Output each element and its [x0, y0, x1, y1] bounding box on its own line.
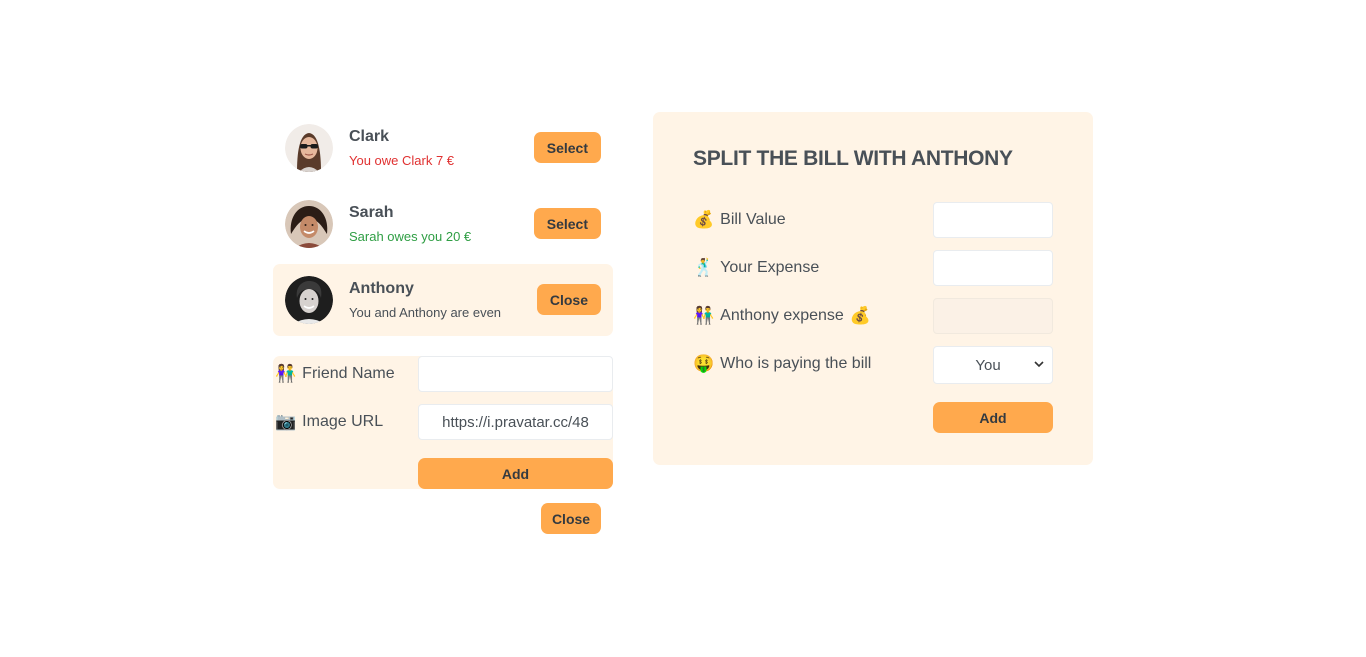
bill-value-label-text: Bill Value [720, 211, 786, 228]
avatar-sarah [285, 200, 333, 248]
friend-item-sarah: Sarah Sarah owes you 20 € Select [273, 188, 613, 260]
payer-row: 🤑 Who is paying the bill You [693, 346, 1053, 384]
avatar-anthony [285, 276, 333, 324]
image-url-row: 📷 Image URL [273, 404, 613, 440]
friend-name-input[interactable] [418, 356, 613, 392]
friend-name-row: 👫 Friend Name [273, 356, 613, 392]
select-clark-button[interactable]: Select [533, 132, 601, 163]
friends-list: Clark You owe Clark 7 € Select Sarah Sar… [273, 112, 613, 340]
your-expense-row: 🕺 Your Expense [693, 250, 1053, 286]
add-friend-form: 👫 Friend Name 📷 Image URL Add [273, 356, 613, 489]
payer-select-value: You [975, 356, 1001, 374]
image-url-label-text: Image URL [302, 413, 384, 430]
friend-balance: You owe Clark 7 € [349, 153, 455, 168]
friend-item-clark: Clark You owe Clark 7 € Select [273, 112, 613, 184]
payer-select[interactable]: You [933, 346, 1053, 384]
image-url-input[interactable] [418, 404, 613, 440]
friend-expense-label: 👫 Anthony expense 💰 [693, 306, 871, 326]
bill-value-label: 💰 Bill Value [693, 210, 786, 230]
friend-name: Anthony [349, 280, 414, 297]
avatar-clark [285, 124, 333, 172]
add-friend-button[interactable]: Add [418, 458, 613, 489]
money-bag-icon: 💰 [693, 210, 715, 230]
split-title: SPLIT THE BILL WITH ANTHONY [693, 147, 1013, 170]
image-url-label: 📷 Image URL [275, 412, 383, 432]
dancer-icon: 🕺 [693, 258, 715, 278]
close-form-button[interactable]: Close [541, 503, 601, 534]
friend-expense-input [933, 298, 1053, 334]
bill-value-row: 💰 Bill Value [693, 202, 1053, 238]
friend-balance: Sarah owes you 20 € [349, 229, 472, 244]
people-icon: 👫 [275, 364, 297, 384]
your-expense-label: 🕺 Your Expense [693, 258, 819, 278]
money-bag-icon: 💰 [849, 306, 871, 326]
friend-name: Clark [349, 128, 390, 145]
split-bill-add-button[interactable]: Add [933, 402, 1053, 433]
money-face-icon: 🤑 [693, 354, 715, 374]
split-bill-form: SPLIT THE BILL WITH ANTHONY 💰 Bill Value… [653, 112, 1093, 465]
friend-expense-label-text: Anthony expense [720, 307, 844, 324]
people-icon: 👫 [693, 306, 715, 326]
select-sarah-button[interactable]: Select [533, 208, 601, 239]
your-expense-input[interactable] [933, 250, 1053, 286]
camera-icon: 📷 [275, 412, 297, 432]
bill-value-input[interactable] [933, 202, 1053, 238]
your-expense-label-text: Your Expense [720, 259, 820, 276]
friend-item-anthony: Anthony You and Anthony are even Close [273, 264, 613, 336]
close-anthony-button[interactable]: Close [536, 284, 601, 315]
chevron-down-icon [1034, 360, 1052, 371]
friend-balance: You and Anthony are even [349, 305, 502, 320]
friend-expense-row: 👫 Anthony expense 💰 [693, 298, 1053, 334]
payer-label: 🤑 Who is paying the bill [693, 354, 871, 374]
friend-name-label: 👫 Friend Name [275, 364, 395, 384]
friend-name-label-text: Friend Name [302, 365, 395, 382]
payer-label-text: Who is paying the bill [720, 355, 872, 372]
friend-name: Sarah [349, 204, 394, 221]
